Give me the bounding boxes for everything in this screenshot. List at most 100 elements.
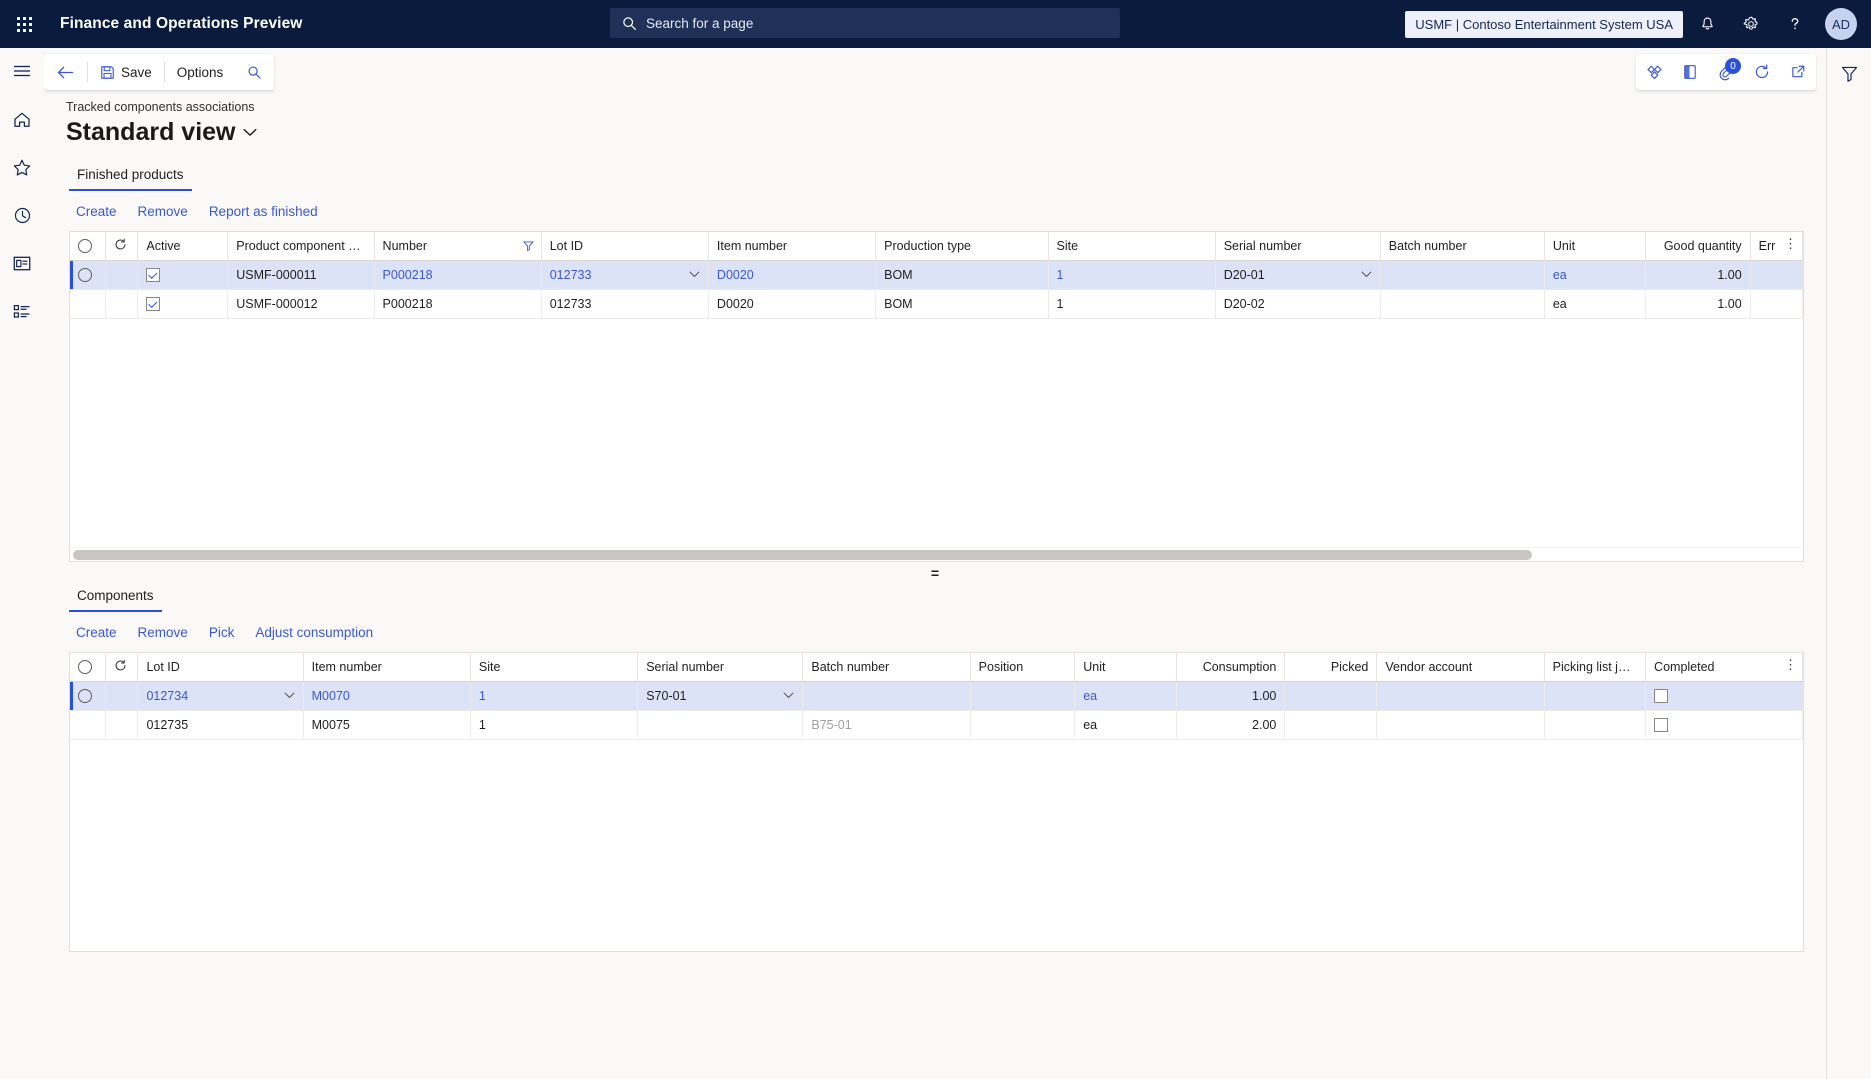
fp-cell-serial_number[interactable]: D20-01 — [1215, 260, 1381, 290]
fp-cell-batch_number[interactable] — [1380, 289, 1545, 319]
cp-table-row[interactable]: 012735 M0075 1 B75-01 ea 2.00 — [70, 710, 1803, 740]
attachments-icon[interactable]: 0 — [1708, 54, 1744, 90]
cp-cell-select[interactable] — [70, 710, 107, 740]
cp-column-header-consumption[interactable]: Consumption — [1176, 653, 1286, 682]
cp-column-header-lot_id[interactable]: Lot ID — [137, 653, 304, 682]
cp-cell-position[interactable] — [970, 681, 1076, 711]
cp-cell-picked[interactable] — [1284, 710, 1378, 740]
fp-cell-active[interactable] — [137, 260, 229, 290]
fp-column-header-active[interactable]: Active — [137, 232, 229, 261]
cp-cell-picked[interactable] — [1284, 681, 1378, 711]
fp-table-row[interactable]: USMF-000011 P000218 012733 D0020 BOM 1 D20-01 e… — [70, 260, 1803, 290]
cp-column-header-serial_number[interactable]: Serial number — [637, 653, 804, 682]
avatar[interactable]: AD — [1825, 8, 1857, 40]
fp-cell-batch_number[interactable] — [1380, 260, 1545, 290]
side-panel-icon[interactable] — [1672, 54, 1708, 90]
fp-active-checkbox[interactable] — [146, 296, 161, 311]
settings-gear-icon[interactable] — [1731, 4, 1771, 44]
cp-cell-unit[interactable]: ea — [1074, 681, 1177, 711]
cp-cell-vendor_account[interactable] — [1376, 681, 1545, 711]
grid-splitter[interactable]: = — [44, 562, 1826, 584]
cp-cell-consumption[interactable]: 1.00 — [1176, 681, 1286, 711]
tab-finished-products[interactable]: Finished products — [69, 163, 192, 191]
fp-cell-item_number[interactable]: D0020 — [708, 289, 877, 319]
filter-funnel-icon[interactable] — [1835, 60, 1863, 86]
fp-column-header-refresh[interactable] — [105, 232, 139, 261]
fp-column-header-production_type[interactable]: Production type — [875, 232, 1049, 261]
fp-cell-number[interactable]: P000218 — [374, 260, 542, 290]
fp-cell-production_type[interactable]: BOM — [875, 260, 1049, 290]
select-all-radio[interactable] — [78, 660, 92, 675]
hamburger-menu-icon[interactable] — [7, 58, 37, 84]
fp-cell-select[interactable] — [70, 260, 107, 290]
back-button[interactable] — [44, 54, 87, 90]
open-in-new-window-icon[interactable] — [1780, 54, 1816, 90]
chevron-down-icon[interactable] — [783, 692, 794, 699]
fp-cell-good_quantity[interactable]: 1.00 — [1645, 260, 1751, 290]
company-selector[interactable]: USMF | Contoso Entertainment System USA — [1405, 10, 1683, 38]
fp-remove-button[interactable]: Remove — [131, 201, 195, 222]
cp-cell-picking_list[interactable] — [1544, 681, 1647, 711]
cmp-create-button[interactable]: Create — [69, 622, 124, 643]
fp-column-header-serial_number[interactable]: Serial number — [1215, 232, 1381, 261]
fp-cell-unit[interactable]: ea — [1544, 289, 1647, 319]
fp-column-header-batch_number[interactable]: Batch number — [1380, 232, 1545, 261]
cp-cell-site[interactable]: 1 — [470, 681, 639, 711]
cp-cell-serial_number[interactable]: S70-01 — [637, 681, 804, 711]
fp-column-header-error[interactable]: Err ⋮ — [1750, 232, 1803, 261]
fp-cell-active[interactable] — [137, 289, 229, 319]
tab-components[interactable]: Components — [69, 584, 162, 612]
cp-column-header-picked[interactable]: Picked — [1284, 653, 1378, 682]
fp-cell-site[interactable]: 1 — [1048, 289, 1216, 319]
cp-cell-completed[interactable] — [1645, 681, 1803, 711]
cp-cell-unit[interactable]: ea — [1074, 710, 1177, 740]
cp-table-row[interactable]: 012734 M0070 1 S70-01 ea 1.00 — [70, 681, 1803, 711]
workspaces-icon[interactable] — [7, 250, 37, 276]
fp-column-header-select[interactable] — [70, 232, 107, 261]
save-button[interactable]: Save — [88, 54, 164, 90]
cp-column-header-position[interactable]: Position — [970, 653, 1076, 682]
chevron-down-icon[interactable] — [689, 271, 700, 278]
fp-cell-production_type[interactable]: BOM — [875, 289, 1049, 319]
fp-report-as-finished-button[interactable]: Report as finished — [202, 201, 325, 222]
cmp-remove-button[interactable]: Remove — [131, 622, 195, 643]
waffle-icon[interactable] — [0, 0, 48, 48]
cp-column-header-refresh[interactable] — [105, 653, 139, 682]
cp-cell-lot_id[interactable]: 012735 — [137, 710, 304, 740]
finished-products-horizontal-scrollbar[interactable] — [70, 547, 1803, 561]
page-search-button[interactable] — [235, 54, 274, 90]
cp-column-header-completed[interactable]: Completed ⋮ — [1645, 653, 1803, 682]
grid-options-kebab[interactable]: ⋮ — [1784, 236, 1797, 252]
fp-cell-lot_id[interactable]: 012733 — [541, 289, 709, 319]
fp-column-header-item_number[interactable]: Item number — [708, 232, 877, 261]
fp-cell-serial_number[interactable]: D20-02 — [1215, 289, 1381, 319]
fp-table-row[interactable]: USMF-000012 P000218 012733 D0020 BOM 1 D20-02 e… — [70, 289, 1803, 319]
cp-cell-position[interactable] — [970, 710, 1076, 740]
refresh-icon[interactable] — [114, 659, 127, 672]
scrollbar-thumb[interactable] — [73, 550, 1533, 560]
grid-options-kebab[interactable]: ⋮ — [1784, 657, 1797, 673]
fp-column-header-good_quantity[interactable]: Good quantity — [1645, 232, 1751, 261]
cp-column-header-unit[interactable]: Unit — [1074, 653, 1177, 682]
cp-column-header-batch_number[interactable]: Batch number — [802, 653, 971, 682]
cp-cell-consumption[interactable]: 2.00 — [1176, 710, 1286, 740]
fp-column-header-unit[interactable]: Unit — [1544, 232, 1647, 261]
cp-cell-item_number[interactable]: M0075 — [303, 710, 471, 740]
refresh-icon[interactable] — [1744, 54, 1780, 90]
fp-column-header-product_component[interactable]: Product component matc... — [227, 232, 375, 261]
cp-cell-picking_list[interactable] — [1544, 710, 1647, 740]
recent-clock-icon[interactable] — [7, 202, 37, 228]
refresh-icon[interactable] — [114, 238, 127, 251]
cp-cell-batch_number[interactable]: B75-01 — [802, 710, 971, 740]
row-select-radio[interactable] — [78, 267, 92, 282]
filter-icon[interactable] — [522, 241, 534, 251]
cp-column-header-item_number[interactable]: Item number — [303, 653, 471, 682]
chevron-down-icon[interactable] — [1361, 271, 1372, 278]
cp-completed-checkbox[interactable] — [1654, 717, 1669, 732]
page-title[interactable]: Standard view — [66, 118, 257, 147]
options-menu-button[interactable]: Options — [165, 54, 236, 90]
cp-cell-vendor_account[interactable] — [1376, 710, 1545, 740]
cp-completed-checkbox[interactable] — [1654, 688, 1669, 703]
fp-cell-good_quantity[interactable]: 1.00 — [1645, 289, 1751, 319]
fp-cell-number[interactable]: P000218 — [374, 289, 542, 319]
